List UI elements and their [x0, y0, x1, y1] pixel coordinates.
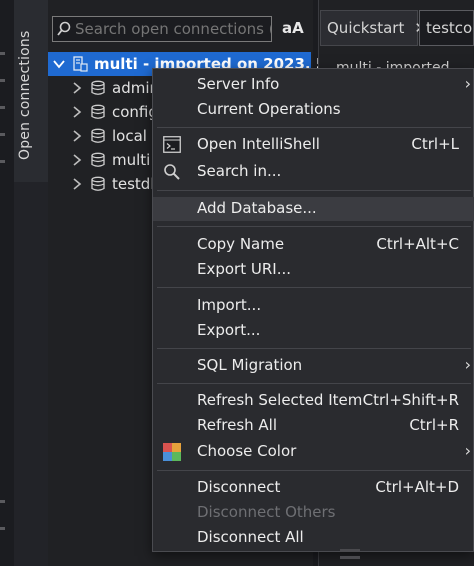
menu-item-label: Disconnect All	[197, 528, 304, 546]
menu-item-refresh-all[interactable]: Refresh All Ctrl+R	[153, 414, 474, 438]
menu-item-label: Search in...	[197, 162, 282, 180]
edge-mark	[0, 79, 5, 82]
menu-item-choose-color[interactable]: Choose Color ›	[153, 440, 474, 464]
menu-item-sql-migration[interactable]: SQL Migration ›	[153, 354, 474, 378]
menu-item-label: Refresh All	[197, 416, 278, 434]
menu-item-shortcut: Ctrl+L	[411, 135, 459, 153]
chevron-right-icon[interactable]	[70, 153, 84, 167]
menu-item-open-intellishell[interactable]: Open IntelliShell Ctrl+L	[153, 133, 474, 157]
connection-server-icon	[73, 56, 88, 72]
menu-item-import[interactable]: Import...	[153, 294, 474, 318]
menu-item-label: Disconnect	[197, 478, 281, 496]
editor-mark	[340, 556, 360, 559]
menu-item-label: SQL Migration	[197, 356, 303, 374]
menu-item-label: Add Database...	[197, 199, 317, 217]
menu-item-label: Import...	[197, 296, 262, 314]
menu-item-export[interactable]: Export...	[153, 319, 474, 343]
menu-separator	[157, 226, 471, 227]
submenu-arrow-icon: ›	[464, 441, 471, 460]
chevron-right-icon[interactable]	[70, 177, 84, 191]
match-case-toggle[interactable]: aA	[282, 19, 304, 37]
chevron-down-icon[interactable]	[52, 57, 66, 71]
tab-label: Quickstart	[327, 19, 405, 37]
menu-separator	[157, 348, 471, 349]
edge-mark	[0, 500, 5, 503]
menu-separator	[157, 383, 471, 384]
edge-mark	[0, 527, 5, 530]
search-icon	[57, 21, 71, 36]
tree-item-multi[interactable]: multi	[70, 148, 150, 172]
edge-mark	[0, 133, 5, 136]
tree-item-label: local	[112, 127, 147, 145]
chevron-right-icon[interactable]	[70, 129, 84, 143]
tree-item-admin[interactable]: admin	[70, 76, 159, 100]
edge-mark	[0, 106, 5, 109]
database-icon	[91, 104, 105, 119]
menu-item-label: Open IntelliShell	[197, 135, 320, 153]
tab-quickstart[interactable]: Quickstart ✕	[320, 10, 427, 46]
menu-item-shortcut: Ctrl+Shift+R	[362, 391, 459, 409]
menu-item-disconnect-all[interactable]: Disconnect All	[153, 526, 474, 550]
tree-item-local[interactable]: local	[70, 124, 147, 148]
menu-item-shortcut: Ctrl+R	[409, 416, 459, 434]
menu-item-label: Disconnect Others	[197, 503, 336, 521]
search-icon	[164, 164, 180, 180]
menu-separator	[157, 470, 471, 471]
menu-item-shortcut: Ctrl+Alt+C	[376, 235, 459, 253]
search-box[interactable]	[52, 16, 272, 42]
menu-item-current-operations[interactable]: Current Operations	[153, 98, 474, 122]
menu-separator	[157, 127, 471, 128]
menu-item-add-database[interactable]: Add Database...	[153, 197, 474, 221]
menu-item-label: Current Operations	[197, 100, 341, 118]
database-icon	[91, 152, 105, 167]
color-palette-icon	[163, 443, 181, 461]
submenu-arrow-icon: ›	[464, 74, 471, 93]
menu-item-shortcut: Ctrl+Alt+D	[375, 478, 459, 496]
open-connections-tab-label: Open connections	[17, 30, 33, 160]
menu-item-label: Refresh Selected Item	[197, 391, 363, 409]
menu-item-label: Server Info	[197, 75, 280, 93]
open-connections-tab[interactable]: Open connections	[14, 0, 49, 182]
tree-item-label: multi	[112, 151, 151, 169]
tree-item-testdb[interactable]: testdb	[70, 172, 160, 196]
chevron-right-icon[interactable]	[70, 81, 84, 95]
context-menu: Server Info › Current Operations Open In…	[152, 68, 474, 552]
tab-label: testcoll	[426, 19, 473, 37]
menu-item-export-uri[interactable]: Export URI...	[153, 258, 474, 282]
menu-item-search-in[interactable]: Search in...	[153, 160, 474, 184]
menu-item-label: Export...	[197, 321, 261, 339]
menu-item-server-info[interactable]: Server Info ›	[153, 73, 474, 97]
menu-item-refresh-selected[interactable]: Refresh Selected Item Ctrl+Shift+R	[153, 389, 474, 413]
submenu-arrow-icon: ›	[464, 355, 471, 374]
menu-item-copy-name[interactable]: Copy Name Ctrl+Alt+C	[153, 233, 474, 257]
database-icon	[91, 176, 105, 191]
menu-item-label: Export URI...	[197, 260, 291, 278]
sidebar-empty-area	[14, 182, 48, 566]
database-icon	[91, 128, 105, 143]
menu-item-disconnect-others: Disconnect Others	[153, 501, 474, 525]
database-icon	[91, 80, 105, 95]
search-input[interactable]	[71, 20, 271, 38]
shell-icon	[163, 136, 181, 153]
chevron-right-icon[interactable]	[70, 105, 84, 119]
menu-separator	[157, 190, 471, 191]
menu-item-label: Copy Name	[197, 235, 285, 253]
tree-item-config[interactable]: config	[70, 100, 158, 124]
menu-item-label: Choose Color	[197, 442, 297, 460]
editor-mark	[340, 549, 360, 552]
left-edge-strip	[0, 0, 14, 566]
edge-mark	[0, 52, 5, 55]
menu-item-disconnect[interactable]: Disconnect Ctrl+Alt+D	[153, 476, 474, 500]
menu-separator	[157, 287, 471, 288]
tab-testcoll[interactable]: testcoll	[419, 10, 474, 46]
edge-mark	[0, 160, 5, 163]
